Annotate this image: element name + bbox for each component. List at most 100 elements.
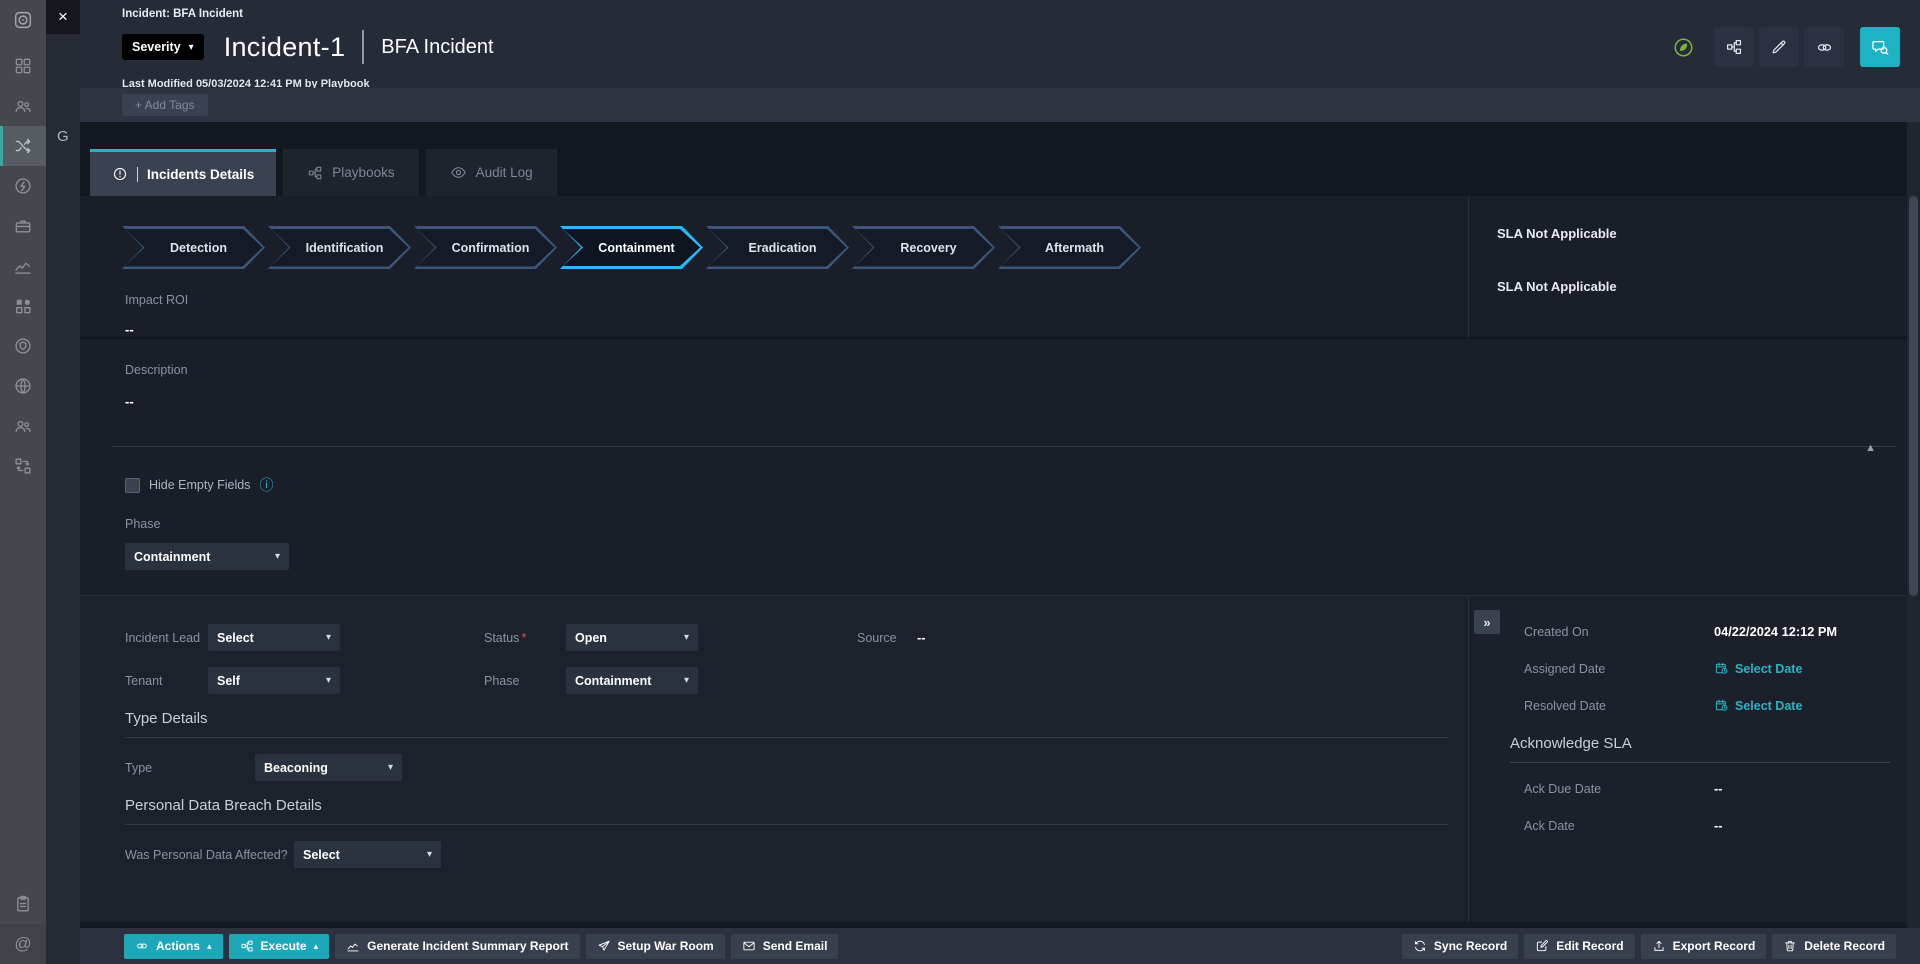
trash-icon [1783, 939, 1797, 953]
vertical-scrollbar[interactable] [1907, 122, 1920, 928]
tab-label: Playbooks [332, 165, 394, 180]
edit-icon[interactable] [1759, 27, 1799, 67]
record-action-bar: Actions▴ Execute▴ Generate Incident Summ… [80, 922, 1920, 964]
phase-eradication[interactable]: Eradication [706, 226, 849, 269]
sla-panel: SLA Not Applicable SLA Not Applicable [1468, 196, 1920, 339]
incident-record-modal: Incident: BFA Incident Severity ▾ Incide… [80, 0, 1920, 964]
queues-people-icon[interactable] [0, 86, 46, 126]
caret-down-icon: ▾ [326, 675, 331, 686]
section-divider: ▲ [112, 446, 1896, 447]
info-icon[interactable]: ⓘ [259, 475, 273, 495]
phase-quick-dropdown[interactable]: Containment▾ [125, 543, 289, 570]
playbook-hierarchy-icon [240, 939, 254, 953]
add-tags-button[interactable]: + Add Tags [122, 94, 208, 116]
created-on-label: Created On [1524, 625, 1714, 639]
tenant-dropdown[interactable]: Self▾ [208, 667, 340, 694]
sidebar-spacer [0, 486, 46, 884]
reports-chart-icon[interactable] [0, 246, 46, 286]
hide-empty-fields-checkbox[interactable] [125, 478, 140, 493]
sync-icon [1413, 939, 1427, 953]
type-dropdown[interactable]: Beaconing▾ [255, 754, 402, 781]
logo-target-icon[interactable] [0, 0, 46, 40]
sync-record-button[interactable]: Sync Record [1402, 934, 1518, 959]
assigned-date-select-link[interactable]: Select Date [1714, 661, 1802, 676]
clipboard-icon[interactable] [0, 884, 46, 924]
automation-bolt-icon[interactable] [0, 166, 46, 206]
underlay-strip: × G [46, 0, 80, 964]
type-details-title: Type Details [125, 710, 1468, 727]
phase-containment-active[interactable]: Containment [560, 226, 703, 269]
dashboard-grid-icon[interactable] [0, 46, 46, 86]
eye-icon [450, 164, 467, 181]
severity-dropdown[interactable]: Severity ▾ [122, 34, 204, 60]
link-icon[interactable] [1804, 27, 1844, 67]
personal-data-affected-dropdown[interactable]: Select▾ [294, 841, 441, 868]
phase-detection[interactable]: Detection [122, 226, 265, 269]
tab-playbooks[interactable]: Playbooks [283, 149, 418, 196]
tab-bar: Incidents Details Playbooks Audit Log [80, 122, 1920, 196]
generate-incident-summary-report-button[interactable]: Generate Incident Summary Report [335, 934, 579, 959]
record-header: Incident: BFA Incident Severity ▾ Incide… [80, 0, 1920, 88]
ack-due-date-label: Ack Due Date [1524, 782, 1714, 796]
phase-aftermath[interactable]: Aftermath [998, 226, 1141, 269]
calendar-icon [1714, 698, 1729, 713]
delete-record-button[interactable]: Delete Record [1772, 934, 1896, 959]
form-main: Incident Lead Select▾ Status* Open▾ Sour… [80, 596, 1468, 922]
tab-label: Incidents Details [147, 167, 254, 182]
tenant-label: Tenant [125, 674, 208, 688]
data-flow-icon[interactable] [0, 446, 46, 486]
tab-incidents-details[interactable]: Incidents Details [90, 149, 276, 196]
users-icon[interactable] [0, 406, 46, 446]
phase-field-label: Phase [125, 517, 1920, 531]
report-chart-icon [346, 939, 360, 953]
ack-date-label: Ack Date [1524, 819, 1714, 833]
severity-label: Severity [132, 40, 181, 54]
record-id: Incident-1 [224, 32, 346, 63]
ack-due-date-value: -- [1714, 781, 1723, 796]
description-value: -- [125, 394, 1896, 409]
sla-status-2: SLA Not Applicable [1497, 279, 1920, 294]
incident-response-shuffle-icon[interactable] [0, 126, 46, 166]
phase-recovery[interactable]: Recovery [852, 226, 995, 269]
recommendation-leaf-icon[interactable] [1672, 36, 1695, 59]
tab-audit-log[interactable]: Audit Log [426, 149, 557, 196]
at-sign-icon[interactable]: @ [0, 924, 46, 964]
record-title: BFA Incident [381, 36, 493, 59]
collapse-panel-button[interactable]: » [1474, 610, 1500, 634]
record-details-panel: » Created On 04/22/2024 12:12 PM Assigne… [1468, 596, 1920, 922]
created-on-value: 04/22/2024 12:12 PM [1714, 624, 1837, 639]
playbook-icon[interactable] [1714, 27, 1754, 67]
caret-down-icon: ▾ [684, 632, 689, 643]
tab-label-separator [137, 167, 138, 182]
app-sidebar: @ [0, 0, 46, 964]
ack-date-value: -- [1714, 818, 1723, 833]
edit-record-button[interactable]: Edit Record [1524, 934, 1634, 959]
phase-dropdown[interactable]: Containment▾ [566, 667, 698, 694]
section-divider [1510, 762, 1890, 763]
collapse-section-icon[interactable]: ▲ [1865, 442, 1876, 454]
incident-lead-dropdown[interactable]: Select▾ [208, 624, 340, 651]
resources-briefcase-icon[interactable] [0, 206, 46, 246]
execute-button[interactable]: Execute▴ [229, 934, 330, 959]
widgets-icon[interactable] [0, 286, 46, 326]
status-dropdown[interactable]: Open▾ [566, 624, 698, 651]
security-shield-icon[interactable] [0, 326, 46, 366]
scrollbar-thumb[interactable] [1909, 196, 1918, 596]
caret-up-icon: ▴ [314, 941, 319, 952]
sla-status-1: SLA Not Applicable [1497, 226, 1920, 241]
send-email-button[interactable]: Send Email [731, 934, 839, 959]
comments-icon[interactable] [1860, 27, 1900, 67]
setup-war-room-button[interactable]: Setup War Room [586, 934, 725, 959]
actions-button[interactable]: Actions▴ [124, 934, 223, 959]
close-icon[interactable]: × [46, 0, 80, 34]
resolved-date-select-link[interactable]: Select Date [1714, 698, 1802, 713]
record-content: Detection Identification Confirmation Co… [80, 196, 1920, 922]
phase-confirmation[interactable]: Confirmation [414, 226, 557, 269]
phases-card: Detection Identification Confirmation Co… [80, 196, 1468, 339]
required-asterisk: * [521, 631, 526, 645]
edit-square-icon [1535, 939, 1549, 953]
phase-identification[interactable]: Identification [268, 226, 411, 269]
globe-icon[interactable] [0, 366, 46, 406]
export-record-button[interactable]: Export Record [1641, 934, 1767, 959]
status-label: Status* [484, 631, 566, 645]
